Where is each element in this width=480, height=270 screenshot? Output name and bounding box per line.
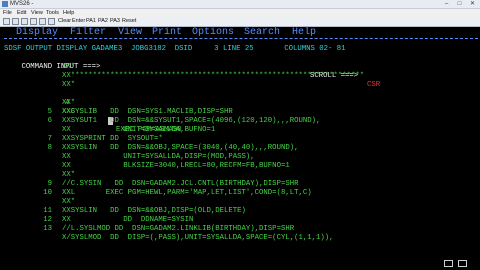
clear-button[interactable]: Clear — [58, 17, 71, 26]
toolbar: Clear Enter PA1 PA2 PA3 Reset — [0, 17, 480, 27]
menu-print[interactable]: Print — [152, 28, 182, 38]
menu-search[interactable]: Search — [244, 28, 280, 38]
save-icon[interactable] — [21, 18, 28, 25]
list-item: XX* — [62, 99, 76, 107]
list-item: 11 XXSYSLIN DD DSN=&&OBJ,DISP=(OLD,DELETE… — [43, 207, 246, 215]
list-item: 9//C.SYSIN DD DSN=GADAM2.JCL.CNTL(BIRTHD… — [47, 180, 299, 188]
fullscreen-icon[interactable] — [458, 260, 467, 267]
menu-help-ispf[interactable]: Help — [292, 28, 316, 38]
menu-filter[interactable]: Filter — [70, 28, 106, 38]
list-item: 5 XXSYSLIB DD DSN=SYS1.MACLIB,DISP=SHR — [47, 108, 233, 116]
window-title-bar: MVS26 - – □ ✕ — [0, 0, 480, 9]
app-icon — [2, 1, 8, 7]
menu-options[interactable]: Options — [192, 28, 234, 38]
enter-button[interactable]: Enter — [72, 17, 85, 26]
menu-tools[interactable]: Tools — [46, 9, 59, 17]
list-item: 6 XXSYSUT1 DD DSN=&&SYSUT1,SPACE=(4096,(1… — [47, 117, 321, 125]
maximize-button[interactable]: □ — [453, 0, 466, 8]
list-item: XX* — [62, 63, 76, 71]
open-icon[interactable] — [12, 18, 19, 25]
list-item: XX UNIT=SYSALLDA,DISP=(MOD,PASS), — [62, 153, 255, 161]
command-line: COMMAND INPUT ===> SCROLL ===> CSR — [4, 54, 381, 89]
list-item: 7 XXSYSPRINT DD SYSOUT=* — [47, 135, 163, 143]
menu-view-ispf[interactable]: View — [118, 28, 142, 38]
menu-help[interactable]: Help — [63, 9, 74, 17]
new-session-icon[interactable] — [3, 18, 10, 25]
pa2-button[interactable]: PA2 — [98, 17, 108, 26]
menu-view[interactable]: View — [31, 9, 43, 17]
copy-icon[interactable] — [39, 18, 46, 25]
close-button[interactable]: ✕ — [466, 0, 479, 8]
list-item: XX UNIT=SYSALLDA,BUFNO=1 — [62, 126, 216, 134]
list-item: 8 XXSYSLIN DD DSN=&&OBJ,SPACE=(3040,(40,4… — [47, 144, 299, 152]
menu-file[interactable]: File — [3, 9, 12, 17]
minimize-button[interactable]: – — [440, 0, 453, 8]
settings-icon[interactable] — [444, 260, 453, 267]
video-controls-overlay — [0, 252, 480, 270]
list-item: 13//L.SYSLMOD DD DSN=GADAM2.LINKLIB(BIRT… — [43, 225, 295, 233]
list-item: XX* — [62, 198, 76, 206]
print-icon[interactable] — [30, 18, 37, 25]
list-item: X/SYSLMOD DD DISP=(,PASS),UNIT=SYSALLDA,… — [62, 234, 334, 242]
pa1-button[interactable]: PA1 — [86, 17, 96, 26]
reset-button[interactable]: Reset — [122, 17, 136, 26]
list-item: XX**************************************… — [62, 72, 365, 80]
window-title: MVS26 - — [10, 1, 34, 7]
list-item: XX* — [62, 81, 76, 89]
menu-edit[interactable]: Edit — [17, 9, 26, 17]
menu-bar: File Edit View Tools Help — [0, 9, 480, 17]
action-bar-separator — [4, 38, 478, 39]
list-item: 4 XXC EXEC PGM=ASMA90 — [62, 99, 182, 134]
list-item: XX BLKSIZE=3040,LRECL=80,RECFM=FB,BUFNO=… — [62, 162, 290, 170]
ispf-action-bar: Display Filter View Print Options Search… — [0, 27, 480, 38]
menu-display[interactable]: Display — [16, 28, 58, 38]
list-item: XX* — [62, 171, 76, 179]
pa3-button[interactable]: PA3 — [110, 17, 120, 26]
paste-icon[interactable] — [48, 18, 55, 25]
list-item: 12 XX DD DDNAME=SYSIN — [43, 216, 194, 224]
list-item: 10 XXL EXEC PGM=HEWL,PARM='MAP,LET,LIST',… — [43, 189, 312, 197]
terminal-screen[interactable]: Display Filter View Print Options Search… — [0, 27, 480, 270]
scroll-value[interactable]: CSR — [367, 81, 380, 90]
sdsf-header-line: SDSF OUTPUT DISPLAY GADAME3 JOBG3182 DSI… — [4, 45, 346, 53]
